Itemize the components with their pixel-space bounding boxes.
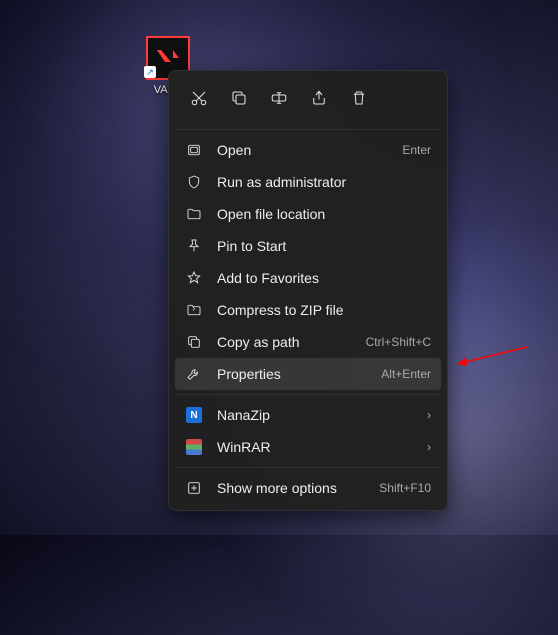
rename-button[interactable] — [261, 81, 297, 115]
menu-item-nanazip[interactable]: N NanaZip › — [175, 399, 441, 431]
menu-label: Run as administrator — [217, 174, 431, 190]
wrench-icon — [185, 365, 203, 383]
separator — [175, 467, 441, 468]
menu-label: NanaZip — [217, 407, 413, 423]
zip-icon — [185, 301, 203, 319]
cut-icon — [190, 89, 208, 107]
menu-item-winrar[interactable]: WinRAR › — [175, 431, 441, 463]
more-icon — [185, 479, 203, 497]
menu-label: Add to Favorites — [217, 270, 431, 286]
context-menu: Open Enter Run as administrator Open fil… — [168, 70, 448, 511]
menu-item-open-location[interactable]: Open file location — [175, 198, 441, 230]
menu-item-open[interactable]: Open Enter — [175, 134, 441, 166]
winrar-icon — [185, 438, 203, 456]
menu-label: WinRAR — [217, 439, 413, 455]
menu-label: Compress to ZIP file — [217, 302, 431, 318]
menu-item-copy-path[interactable]: Copy as path Ctrl+Shift+C — [175, 326, 441, 358]
menu-label: Open file location — [217, 206, 431, 222]
separator — [175, 394, 441, 395]
shortcut-overlay-icon — [144, 66, 156, 78]
cut-button[interactable] — [181, 81, 217, 115]
menu-shortcut: Enter — [402, 143, 431, 157]
menu-label: Show more options — [217, 480, 365, 496]
star-icon — [185, 269, 203, 287]
separator — [175, 129, 441, 130]
folder-icon — [185, 205, 203, 223]
context-toolbar — [175, 77, 441, 125]
menu-shortcut: Ctrl+Shift+C — [366, 335, 431, 349]
copy-icon — [230, 89, 248, 107]
copy-button[interactable] — [221, 81, 257, 115]
nanazip-icon: N — [185, 406, 203, 424]
pin-icon — [185, 237, 203, 255]
menu-item-properties[interactable]: Properties Alt+Enter — [175, 358, 441, 390]
shield-icon — [185, 173, 203, 191]
menu-item-compress-zip[interactable]: Compress to ZIP file — [175, 294, 441, 326]
menu-label: Open — [217, 142, 388, 158]
delete-button[interactable] — [341, 81, 377, 115]
chevron-right-icon: › — [427, 408, 431, 422]
menu-item-add-favorites[interactable]: Add to Favorites — [175, 262, 441, 294]
menu-item-pin-start[interactable]: Pin to Start — [175, 230, 441, 262]
menu-item-show-more[interactable]: Show more options Shift+F10 — [175, 472, 441, 504]
rename-icon — [270, 89, 288, 107]
menu-label: Properties — [217, 366, 367, 382]
copy-path-icon — [185, 333, 203, 351]
delete-icon — [350, 89, 368, 107]
share-icon — [310, 89, 328, 107]
menu-label: Pin to Start — [217, 238, 431, 254]
menu-shortcut: Alt+Enter — [381, 367, 431, 381]
menu-shortcut: Shift+F10 — [379, 481, 431, 495]
menu-item-run-admin[interactable]: Run as administrator — [175, 166, 441, 198]
open-icon — [185, 141, 203, 159]
menu-label: Copy as path — [217, 334, 352, 350]
share-button[interactable] — [301, 81, 337, 115]
chevron-right-icon: › — [427, 440, 431, 454]
